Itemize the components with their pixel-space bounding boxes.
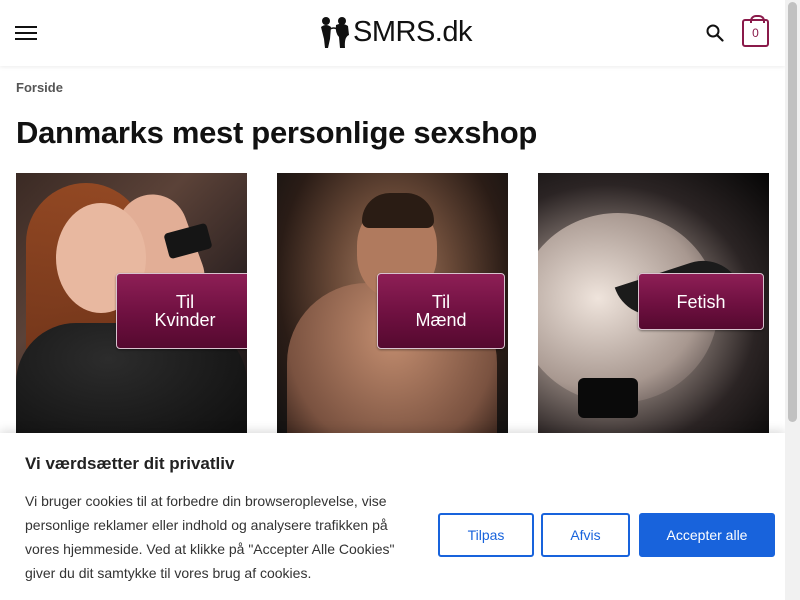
category-button-women[interactable]: Til Kvinder xyxy=(116,273,247,349)
category-card-fetish[interactable]: Fetish xyxy=(538,173,769,435)
shopping-bag-icon[interactable]: 0 xyxy=(742,15,769,47)
category-button-fetish[interactable]: Fetish xyxy=(638,273,764,330)
page-title: Danmarks mest personlige sexshop xyxy=(16,115,538,150)
site-header: SMRS.dk 0 xyxy=(0,0,785,66)
category-button-men[interactable]: Til Mænd xyxy=(377,273,505,349)
accept-all-button[interactable]: Accepter alle xyxy=(639,513,775,557)
cookie-description: Vi bruger cookies til at forbedre din br… xyxy=(25,493,395,581)
hamburger-menu-icon[interactable] xyxy=(15,24,39,40)
cart-count: 0 xyxy=(752,26,759,40)
cookie-title: Vi værdsætter dit privatliv xyxy=(25,454,235,473)
page-scrollbar[interactable] xyxy=(785,0,800,600)
site-logo[interactable]: SMRS.dk xyxy=(318,14,472,50)
customize-button[interactable]: Tilpas xyxy=(438,513,534,557)
scrollbar-thumb[interactable] xyxy=(788,2,797,422)
silhouettes-logo-icon xyxy=(321,17,349,48)
reject-button[interactable]: Afvis xyxy=(541,513,630,557)
cookie-consent-banner: Vi værdsætter dit privatliv Vi bruger co… xyxy=(0,433,785,600)
search-icon[interactable] xyxy=(706,24,724,42)
category-card-women[interactable]: Til Kvinder xyxy=(16,173,247,435)
logo-text: SMRS.dk xyxy=(353,15,472,48)
category-card-men[interactable]: Til Mænd xyxy=(277,173,508,435)
breadcrumb: Forside xyxy=(16,80,63,95)
breadcrumb-home[interactable]: Forside xyxy=(16,80,63,95)
